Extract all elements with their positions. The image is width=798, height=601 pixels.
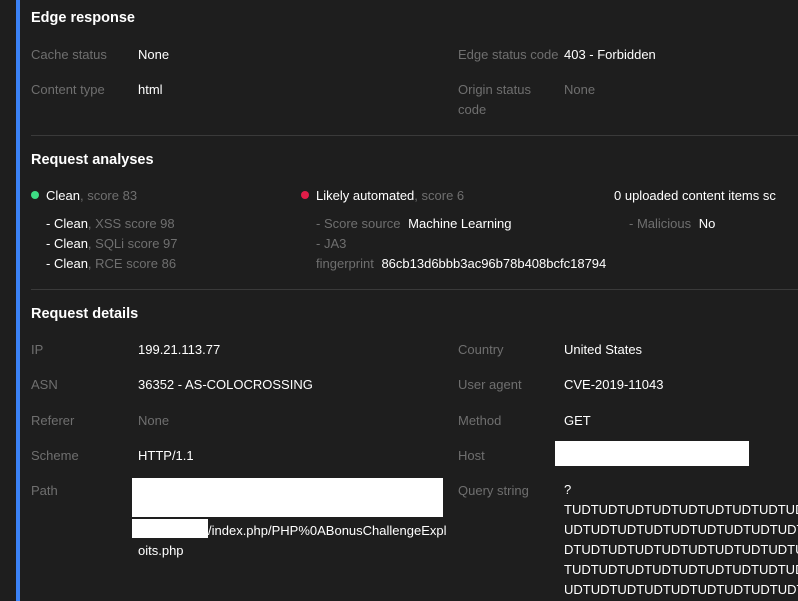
xss-result: - Clean, XSS score 98 bbox=[46, 216, 175, 231]
query-string-line: TUDTUDTUDTUDTUDTUDTUDTUDTUDTU bbox=[564, 502, 798, 517]
ja3-fingerprint: fingerprint 86cb13d6bbb3ac96b78b408bcfc1… bbox=[316, 256, 606, 271]
request-detail-panel: Edge response Cache status None Content … bbox=[31, 0, 798, 601]
rce-result: - Clean, RCE score 86 bbox=[46, 256, 176, 271]
host-redaction-block bbox=[555, 441, 749, 466]
fingerprint-label: fingerprint bbox=[316, 256, 374, 271]
query-string-label: Query string bbox=[458, 483, 529, 498]
request-details-title: Request details bbox=[31, 306, 139, 322]
request-analyses-title: Request analyses bbox=[31, 152, 154, 168]
list-bullet: - bbox=[46, 216, 54, 231]
path-redaction-block bbox=[132, 519, 208, 538]
clean-score: , score 83 bbox=[79, 188, 138, 203]
edge-status-code-label: Edge status code bbox=[458, 47, 559, 62]
user-agent-label: User agent bbox=[458, 377, 522, 392]
origin-status-code-value: None bbox=[564, 82, 596, 97]
method-label: Method bbox=[458, 413, 502, 428]
fingerprint-value: 86cb13d6bbb3ac96b78b408bcfc18794 bbox=[381, 256, 607, 271]
ja3-label: - JA3 bbox=[316, 236, 347, 251]
list-bullet: - bbox=[46, 236, 54, 251]
country-value: United States bbox=[564, 342, 643, 357]
asn-value: 36352 - AS-COLOCROSSING bbox=[138, 377, 313, 392]
query-string-line: DTUDTUDTUDTUDTUDTUDTUDTUDTUDT bbox=[564, 542, 798, 557]
ip-label: IP bbox=[31, 342, 44, 357]
content-type-value: html bbox=[138, 82, 163, 97]
referer-label: Referer bbox=[31, 413, 75, 428]
path-value-line: /index.php/PHP%0ABonusChallengeExpl bbox=[208, 523, 447, 538]
query-string-line: UDTUDTUDTUDTUDTUDTUDTUDTUDTUD bbox=[564, 582, 798, 597]
method-value: GET bbox=[564, 413, 591, 428]
xss-clean-label: Clean bbox=[53, 216, 88, 231]
referer-value: None bbox=[138, 413, 170, 428]
origin-status-label-line2: code bbox=[458, 102, 487, 117]
asn-label: ASN bbox=[31, 377, 58, 392]
query-string-value: ? TUDTUDTUDTUDTUDTUDTUDTUDTUDTU UDTUDTUD… bbox=[564, 480, 798, 600]
score-source: - Score source Machine Learning bbox=[316, 216, 512, 231]
automated-score: , score 6 bbox=[414, 188, 465, 203]
edge-response-title: Edge response bbox=[31, 10, 135, 26]
country-label: Country bbox=[458, 342, 504, 357]
list-bullet: - bbox=[46, 256, 54, 271]
automated-summary: Likely automated, score 6 bbox=[316, 188, 464, 203]
rce-score: , RCE score 86 bbox=[87, 256, 177, 271]
sqli-result: - Clean, SQLi score 97 bbox=[46, 236, 178, 251]
clean-label: Clean bbox=[46, 188, 80, 203]
cache-status-label: Cache status bbox=[31, 47, 107, 62]
query-string-line: ? bbox=[564, 482, 572, 497]
panel-accent-bar bbox=[16, 0, 20, 601]
sqli-score: , SQLi score 97 bbox=[87, 236, 178, 251]
section-divider bbox=[31, 135, 798, 136]
sqli-clean-label: Clean bbox=[53, 236, 88, 251]
origin-status-label-line1: Origin status bbox=[458, 82, 531, 97]
path-label: Path bbox=[31, 483, 58, 498]
host-label: Host bbox=[458, 448, 485, 463]
origin-status-code-label: Origin status code bbox=[458, 82, 531, 117]
query-string-line: UDTUDTUDTUDTUDTUDTUDTUDTUDTUD bbox=[564, 522, 798, 537]
xss-score: , XSS score 98 bbox=[87, 216, 175, 231]
scheme-label: Scheme bbox=[31, 448, 79, 463]
rce-clean-label: Clean bbox=[53, 256, 88, 271]
user-agent-value: CVE-2019-11043 bbox=[564, 377, 664, 392]
content-type-label: Content type bbox=[31, 82, 105, 97]
query-string-line: TUDTUDTUDTUDTUDTUDTUDTUDTUDTU bbox=[564, 562, 798, 577]
path-value-line: oits.php bbox=[138, 543, 184, 558]
score-source-label: - Score source bbox=[316, 216, 401, 231]
malicious-label: - Malicious bbox=[629, 216, 692, 231]
malicious-result: - Malicious No bbox=[629, 216, 715, 231]
uploaded-content-summary: 0 uploaded content items sc bbox=[614, 188, 776, 203]
section-divider bbox=[31, 289, 798, 290]
automated-status-dot bbox=[301, 191, 309, 199]
cache-status-value: None bbox=[138, 47, 170, 62]
score-source-value: Machine Learning bbox=[408, 216, 512, 231]
clean-status-dot bbox=[31, 191, 39, 199]
path-redaction-block bbox=[132, 478, 443, 517]
malicious-value: No bbox=[698, 216, 716, 231]
automated-label: Likely automated bbox=[316, 188, 415, 203]
clean-summary: Clean, score 83 bbox=[46, 188, 137, 203]
edge-status-code-value: 403 - Forbidden bbox=[564, 47, 656, 62]
ip-value: 199.21.113.77 bbox=[138, 342, 221, 357]
scheme-value: HTTP/1.1 bbox=[138, 448, 194, 463]
